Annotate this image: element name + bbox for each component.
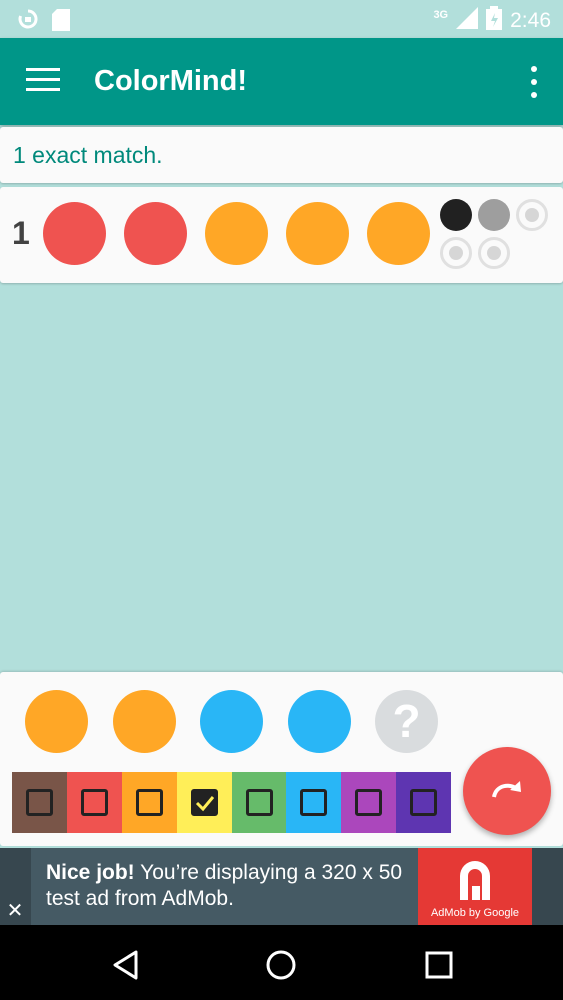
current-peg[interactable]: [288, 690, 351, 753]
color-swatch[interactable]: [231, 772, 287, 833]
sd-card-icon: [52, 9, 70, 36]
guess-row: 1: [0, 187, 563, 283]
color-swatch[interactable]: [12, 772, 67, 833]
ad-close-button[interactable]: ✕: [0, 898, 30, 925]
battery-icon: [486, 6, 503, 36]
network-type: 3G: [433, 9, 449, 21]
current-peg[interactable]: [25, 690, 88, 753]
back-icon[interactable]: [110, 949, 142, 981]
redo-icon: [492, 781, 521, 798]
ad-text: Nice job! You’re displaying a 320 x 50 t…: [46, 860, 426, 912]
signal-icon: [456, 7, 479, 35]
system-nav-bar: [0, 925, 563, 1000]
color-swatch[interactable]: [121, 772, 177, 833]
color-swatch[interactable]: [341, 772, 397, 833]
feedback-peg: [478, 199, 510, 231]
feedback-peg: [440, 199, 472, 231]
submit-guess-button[interactable]: [463, 747, 551, 835]
color-swatch[interactable]: [176, 772, 232, 833]
checkmark-icon: [195, 796, 214, 812]
ad-headline: Nice job!: [46, 861, 135, 884]
guess-peg: [205, 202, 268, 265]
admob-caption: AdMob by Google: [430, 907, 520, 919]
guess-peg: [367, 202, 430, 265]
feedback-peg: [440, 237, 472, 269]
hamburger-menu-icon[interactable]: [26, 68, 60, 94]
status-bar: 3G 2:46: [0, 0, 563, 38]
status-message-card: 1 exact match.: [0, 127, 563, 183]
color-swatch[interactable]: [396, 772, 451, 833]
home-icon[interactable]: [265, 949, 297, 981]
ad-content[interactable]: Nice job! You’re displaying a 320 x 50 t…: [31, 848, 532, 925]
color-swatch[interactable]: [286, 772, 342, 833]
recents-icon[interactable]: [423, 949, 455, 981]
admob-icon: [460, 861, 490, 900]
app-title: ColorMind!: [94, 65, 248, 97]
current-peg[interactable]: ?: [375, 690, 438, 753]
clock: 2:46: [510, 9, 551, 32]
app-bar: ColorMind!: [0, 38, 563, 125]
feedback-peg: [478, 237, 510, 269]
guess-peg: [124, 202, 187, 265]
ad-banner[interactable]: Nice job! You’re displaying a 320 x 50 t…: [0, 848, 563, 925]
more-vert-icon[interactable]: [527, 66, 541, 98]
current-peg[interactable]: [200, 690, 263, 753]
guess-number: 1: [12, 215, 30, 251]
color-swatch[interactable]: [66, 772, 122, 833]
color-palette: [12, 772, 451, 833]
status-message: 1 exact match.: [13, 142, 163, 168]
current-peg[interactable]: [113, 690, 176, 753]
feedback-peg: [516, 199, 548, 231]
sync-icon: [16, 9, 40, 36]
guess-peg: [43, 202, 106, 265]
admob-logo: AdMob by Google: [418, 848, 532, 925]
guess-peg: [286, 202, 349, 265]
